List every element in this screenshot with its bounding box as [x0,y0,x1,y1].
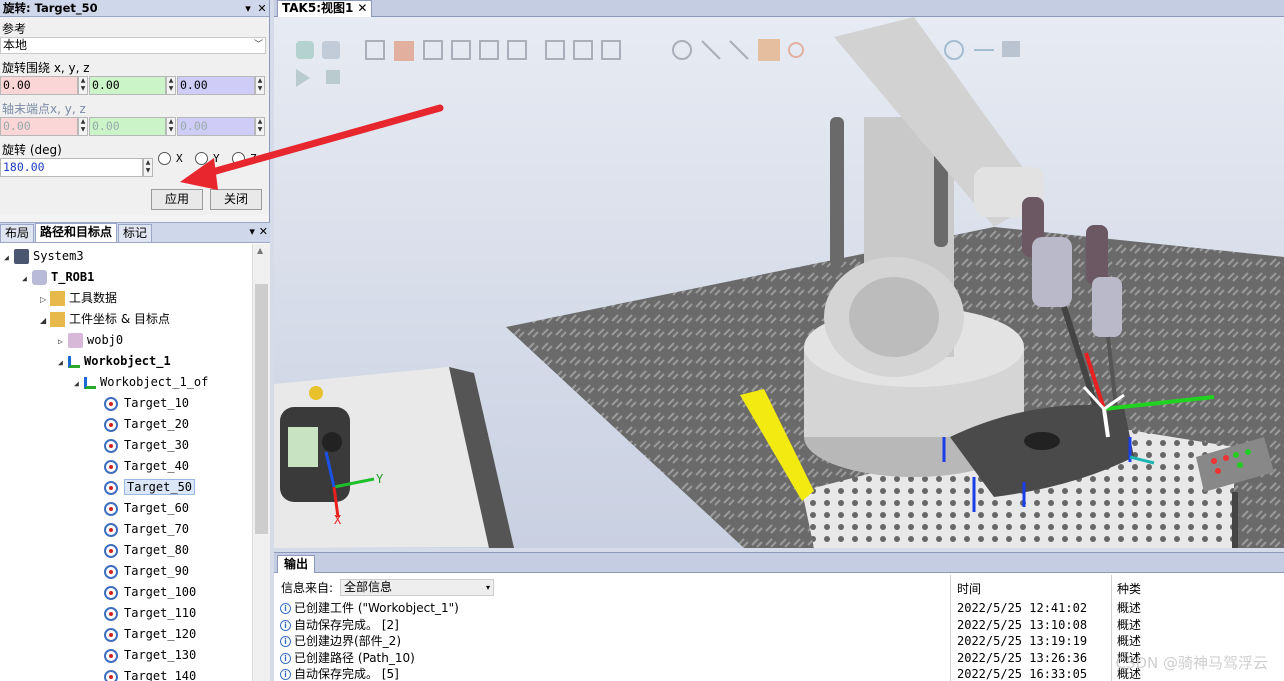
tree-node-workobject[interactable]: ◢ Workobject_1 [58,351,171,372]
target-icon [104,480,118,495]
output-type: 概述 [1117,634,1142,648]
reference-dropdown[interactable]: 本地 ﹀ [0,37,266,54]
tree-node-target[interactable]: Target_70 [104,519,189,540]
output-header: 信息来自: 全部信息 ▾ 时间 种类 [274,577,1284,597]
workobject-icon [68,333,83,348]
target-icon [104,417,118,432]
tree-panel: 布局 路径和目标点 标记 ▾ ✕ ◢ System3 ◢ T_ROB1 ▷ 工具数据 … [0,222,270,681]
output-message: 已创建工件 ("Workobject_1") [294,601,459,615]
target-icon [104,564,118,579]
tree-node-target[interactable]: Target_120 [104,624,196,645]
rotate-around-label: 旋转围绕 x, y, z [2,61,90,75]
path-tree: ◢ System3 ◢ T_ROB1 ▷ 工具数据 ◢ 工件坐标 & 目标点 ▷ wobj… [0,244,250,681]
filter-value: 全部信息 [344,580,393,594]
output-type: 概述 [1117,617,1142,632]
chevron-down-icon: ﹀ [253,40,263,50]
tree-node-workobject-of[interactable]: ◢ Workobject_1_of [74,372,208,393]
output-message: 已创建路径 (Path_10) [294,650,415,665]
tree-node-target[interactable]: Target_110 [104,603,196,624]
output-time: 2022/5/25 13:26:36 [957,650,1088,665]
target-icon [104,438,118,453]
col-type-header[interactable]: 种类 [1117,580,1141,597]
info-icon: i [280,636,291,647]
target-icon [104,501,118,516]
tab-output[interactable]: 输出 [277,555,316,573]
output-tabs: 输出 [274,553,1284,573]
output-time: 2022/5/25 16:33:05 [957,667,1088,681]
folder-icon [50,291,65,306]
pin-icon[interactable]: ▾ [241,2,255,15]
tree-node-target[interactable]: Target_100 [104,582,196,603]
axis-x-label: X [334,513,342,527]
target-icon [104,585,118,600]
info-icon: i [280,619,291,631]
tree-node-target[interactable]: Target_40 [104,456,189,477]
output-time: 2022/5/25 13:19:19 [957,634,1088,648]
tree-node-tooldata[interactable]: ▷ 工具数据 [40,288,117,309]
scroll-thumb[interactable] [255,284,268,534]
target-icon [104,543,118,558]
tree-node-target[interactable]: Target_140 [104,666,196,681]
app-window: 旋转: Target_50 ▾ ✕ 参考 本地 ﹀ 旋转围绕 x, y, z 0… [0,0,1284,681]
watermark: CSDN @骑神马驾浮云 [1115,654,1268,672]
folder-icon [50,312,65,327]
output-panel: 输出 信息来自: 全部信息 ▾ 时间 种类 i 已创建工件 ("Workobjec… [274,552,1284,681]
target-icon [104,459,118,474]
output-type: 概述 [1117,601,1142,615]
reference-value: 本地 [3,38,28,52]
rotate-panel-header: 旋转: Target_50 ▾ ✕ [0,0,269,17]
rotate-panel-title: 旋转: Target_50 [3,1,98,15]
output-message: 自动保存完成。 [2] [294,617,399,632]
tree-node-target[interactable]: Target_90 [104,561,189,582]
filter-label: 信息来自: [281,581,334,595]
tab-view1[interactable]: TAK5:视图1 ✕ [277,0,373,17]
reference-label: 参考 [2,22,27,36]
target-icon [104,627,118,642]
close-icon[interactable]: ✕ [357,1,367,15]
info-icon: i [280,652,291,664]
tree-node-wobj0[interactable]: ▷ wobj0 [58,330,123,351]
chevron-down-icon: ▾ [485,583,490,592]
info-icon: i [280,603,291,614]
tree-node-target[interactable]: Target_10 [104,393,189,414]
info-icon: i [280,669,291,680]
left-column: 旋转: Target_50 ▾ ✕ 参考 本地 ﹀ 旋转围绕 x, y, z 0… [0,0,444,681]
output-message: 已创建边界(部件_2) [294,634,401,648]
document-tabs: TAK5:视图1 ✕ [274,0,1284,17]
frame-icon [68,355,80,368]
tree-node-wobj-targets[interactable]: ◢ 工件坐标 & 目标点 [40,309,170,330]
output-row[interactable]: i 已创建边界(部件_2) 2022/5/25 13:19:19 概述 [274,633,1284,650]
axis-y-label: Y [376,472,384,486]
tree-node-target[interactable]: Target_50 [104,477,196,498]
output-time: 2022/5/25 12:41:02 [957,601,1088,615]
tree-scrollbar[interactable]: ▲ [252,244,270,681]
tree-node-target[interactable]: Target_130 [104,645,196,666]
filter-dropdown[interactable]: 全部信息 ▾ [340,579,494,596]
output-message: 自动保存完成。 [5] [294,667,399,681]
output-time: 2022/5/25 13:10:08 [957,617,1088,632]
annotation-arrow [180,104,444,190]
target-icon [104,522,118,537]
frame-icon [84,376,96,389]
close-icon[interactable]: ✕ [255,2,269,15]
target-icon [104,648,118,663]
output-row[interactable]: i 已创建工件 ("Workobject_1") 2022/5/25 12:41:0… [274,600,1284,617]
tree-node-target[interactable]: Target_20 [104,414,189,435]
target-icon [104,396,118,411]
col-time-header[interactable]: 时间 [957,580,981,597]
target-icon [104,606,118,621]
target-icon [104,669,118,681]
tree-node-target[interactable]: Target_30 [104,435,189,456]
tree-node-target[interactable]: Target_60 [104,498,189,519]
output-row[interactable]: i 自动保存完成。 [2] 2022/5/25 13:10:08 概述 [274,617,1284,634]
tree-node-target[interactable]: Target_80 [104,540,189,561]
